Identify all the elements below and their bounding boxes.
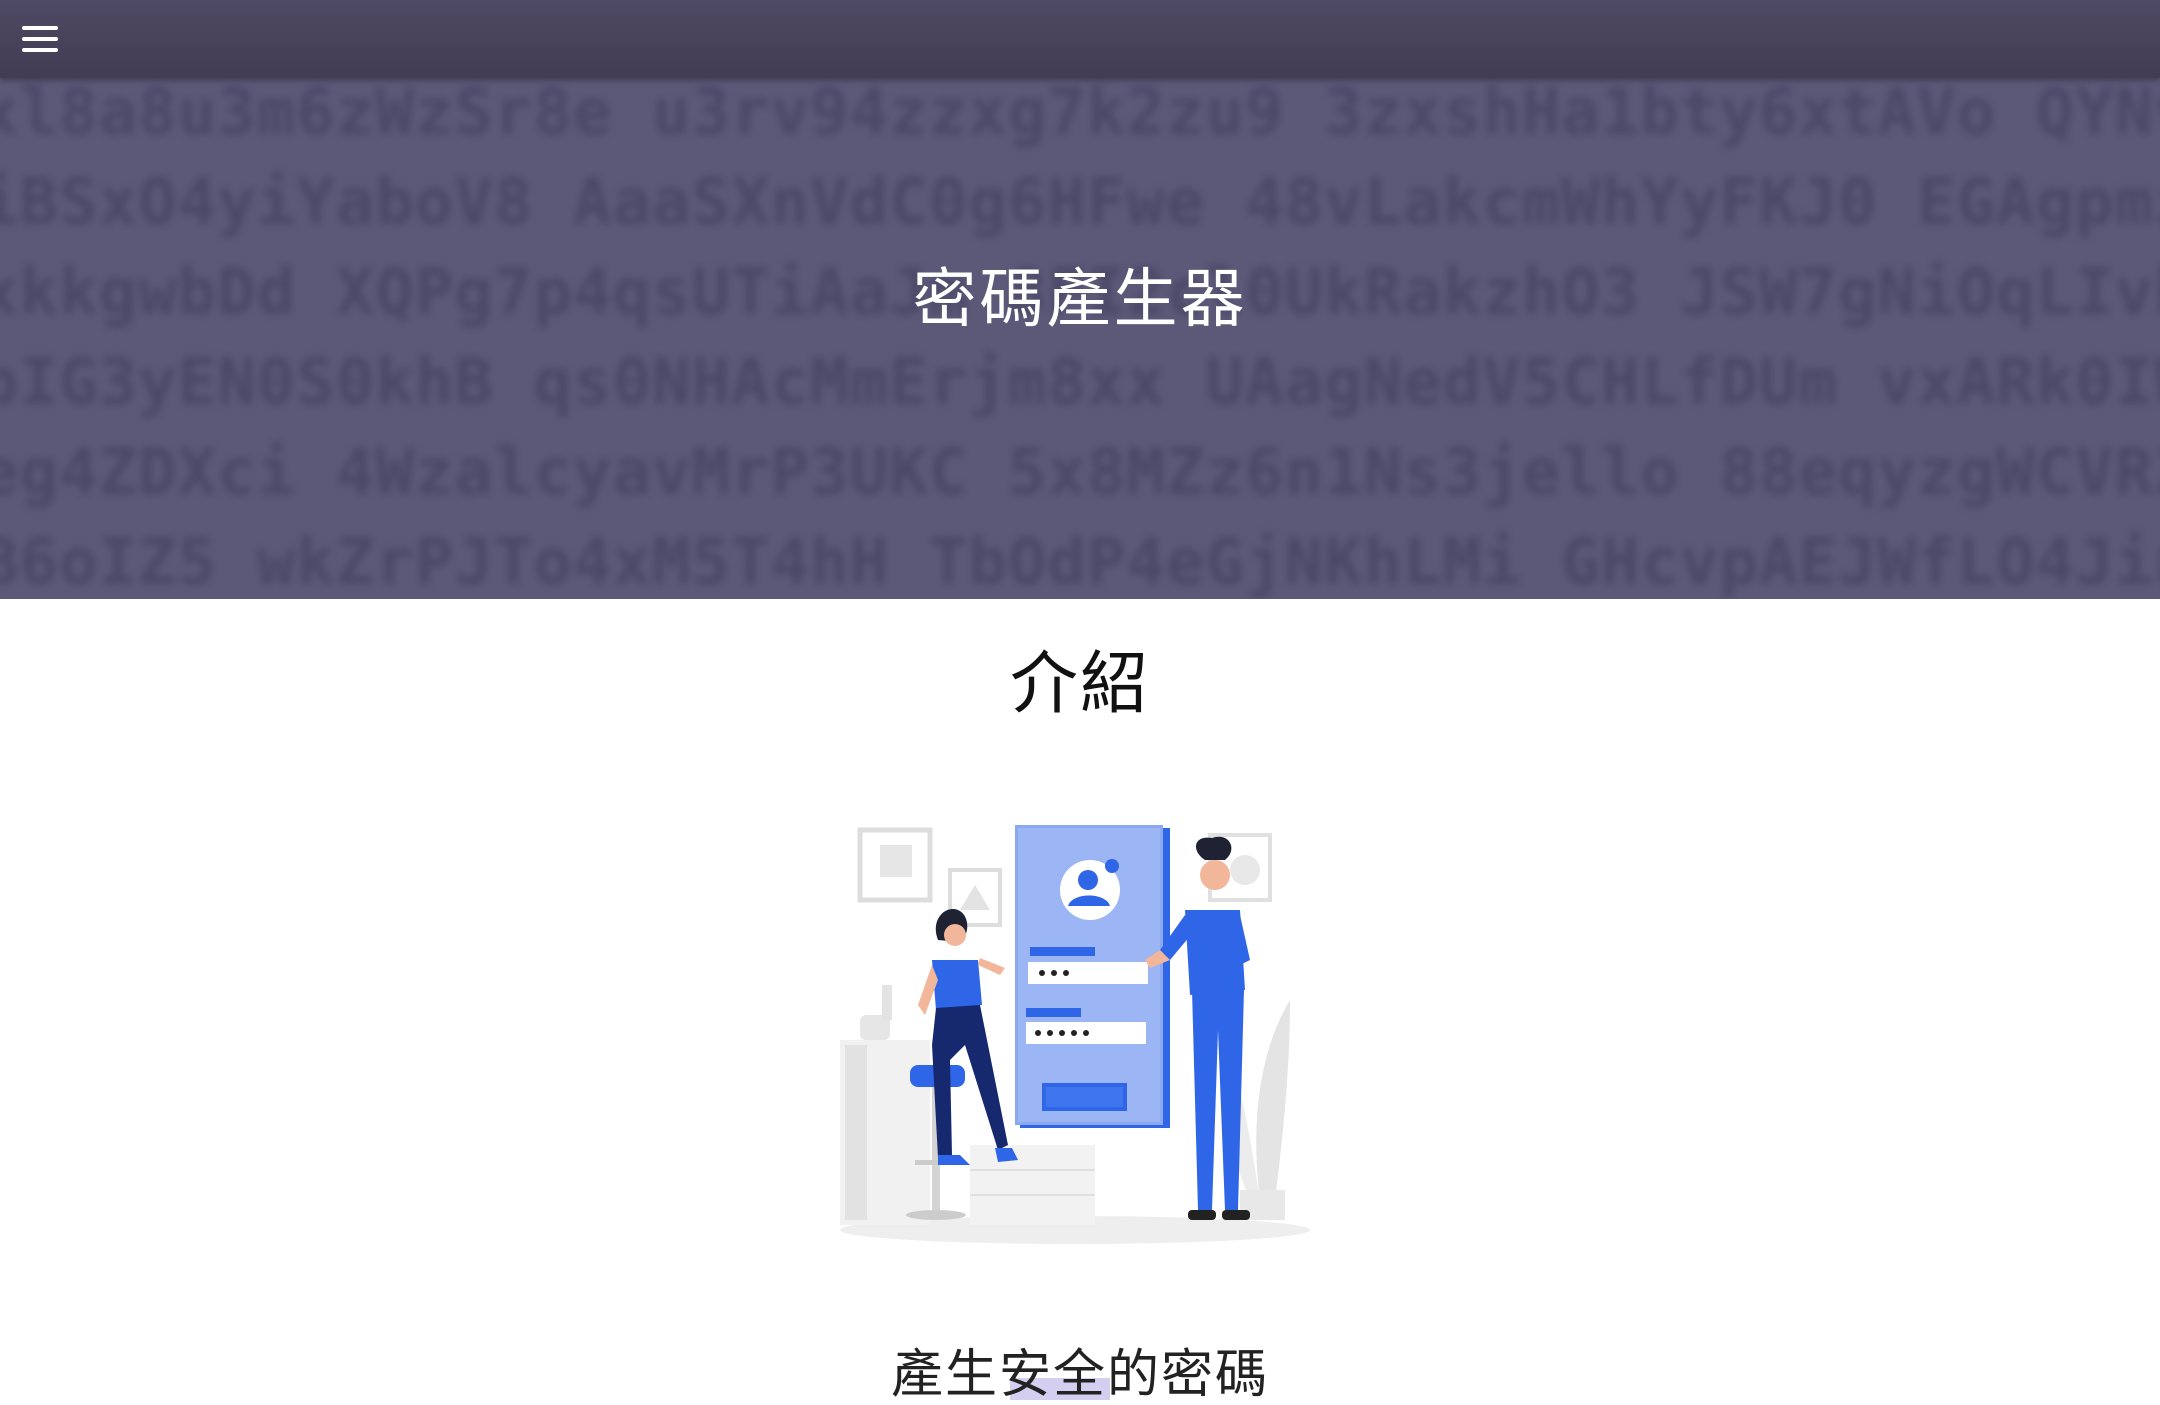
page-title: 密碼產生器 — [912, 263, 1248, 337]
background-string-row: bIG3yEN0S0khB qs0NHAcMmErjm8xx UAagNedV5… — [0, 346, 2160, 420]
login-illustration — [840, 825, 1310, 1244]
intro-subtitle: 產生安全的密碼 — [890, 1345, 1269, 1405]
background-string-row: eg4ZDXci 4WzalcyavMrP3UKC 5x8MZz6n1Ns3je… — [0, 436, 2160, 510]
intro-section-title: 介紹 — [1009, 645, 1150, 724]
background-string-row: B6oIZ5 wkZrPJTo4xM5T4hH TbOdP4eGjNKhLMi … — [0, 526, 2160, 599]
background-string-row: xl8a8u3m6zWzSr8e u3rv94zzxg7k2zu9 3zxshH… — [0, 78, 2160, 150]
top-nav-bar — [0, 0, 2160, 78]
background-string-row: iBSxO4yiYaboV8 AaaSXnVdC0g6HFwe 48vLakcm… — [0, 166, 2160, 240]
hamburger-menu-icon[interactable] — [22, 20, 58, 58]
hero-banner: xl8a8u3m6zWzSr8e u3rv94zzxg7k2zu9 3zxshH… — [0, 78, 2160, 599]
